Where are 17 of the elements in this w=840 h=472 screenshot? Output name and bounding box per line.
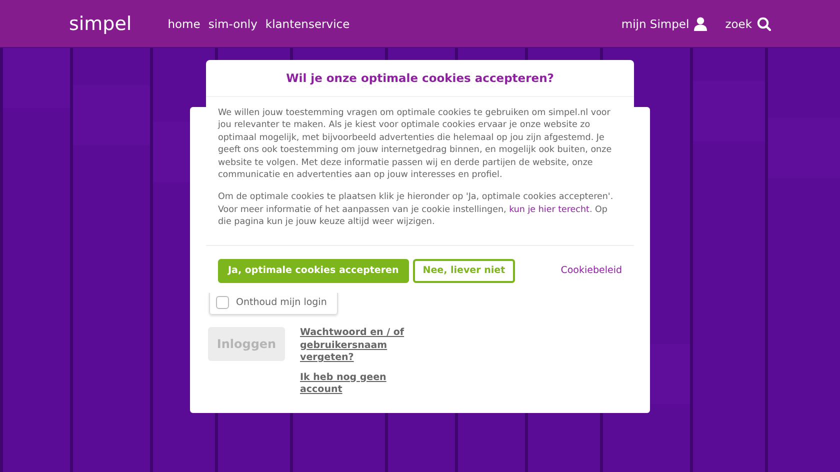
body-text: Om de optimale cookies te plaatsen klik je hieronder op 'Ja, optimale cookies accepteren'. Voor meer informatie of het aanpassen van je cookie instellingen, kun je hier terecht. Op die pagina kun je jouw keuze altijd weer wijzigen. (218, 191, 614, 229)
nav-link[interactable]: klantenservice (265, 16, 350, 30)
nav-link[interactable]: home (168, 16, 200, 30)
account-link[interactable]: mijn Simpel (621, 16, 708, 30)
user-icon (694, 16, 708, 30)
body-text: We willen jouw toestemming vragen om optimale cookies te gebruiken om simpel.nl voor jou relevanter te maken. Als je kiest voor optimale cookies ervaar je onze website zo optimaal mogelijk, met bijvoorbeeld advertenties die helemaal op jou zijn afgestemd. Je geeft ons ook toestemming om jouw internetgedrag binnen, en mogelijk ook buiten, onze website te volgen. Met deze informatie passen wij en derde partijen de website, onze communicatie en advertenties aan op jouw interesses en profiel. (218, 107, 613, 182)
inline-link[interactable]: kun je hier terecht (509, 204, 590, 215)
text-link[interactable]: Wachtwoord en / of gebruikersnaam vergeten? (300, 327, 410, 364)
search-link[interactable]: zoek (725, 16, 771, 30)
logo[interactable]: simpel (69, 12, 132, 34)
cookie-policy-link[interactable]: Cookiebeleid (560, 265, 622, 276)
search-icon (757, 16, 771, 30)
nav-link[interactable]: sim-only (208, 16, 258, 30)
text-link[interactable]: Ik heb nog geen account (300, 372, 410, 396)
checkbox-label: Onthoud mijn login (236, 297, 327, 308)
dialog-title: Wil je onze optimale cookies accepteren? (206, 60, 634, 97)
checkbox[interactable] (216, 296, 229, 309)
